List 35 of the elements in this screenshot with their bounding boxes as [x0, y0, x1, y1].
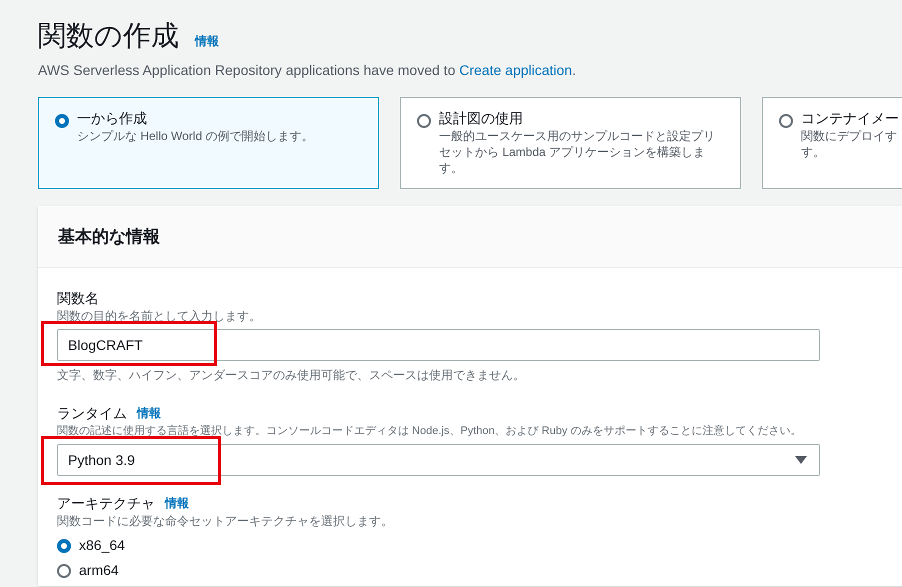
radio-button[interactable]	[779, 114, 793, 128]
function-name-input[interactable]: BlogCRAFT	[57, 329, 820, 361]
field-label: 関数名	[57, 289, 99, 308]
option-title: 設計図の使用	[439, 109, 524, 128]
option-card[interactable]: コンテナイメー 関数にデプロイす す。	[762, 97, 902, 189]
option-description: シンプルな Hello World の例で開始します。	[77, 128, 314, 144]
option-description: す。	[439, 160, 464, 176]
info-link[interactable]: 情報	[165, 494, 189, 512]
panel-title: 基本的な情報	[58, 226, 160, 248]
option-title: 一から作成	[77, 109, 148, 128]
notice-text: AWS Serverless Application Repository applications have moved to Create application.	[38, 61, 577, 80]
field-hint: 関数コードに必要な命令セットアーキテクチャを選択します。	[57, 513, 394, 529]
radio-button[interactable]	[417, 114, 431, 128]
caret-icon	[795, 456, 807, 464]
option-card[interactable]: 一から作成 シンプルな Hello World の例で開始します。	[38, 97, 379, 189]
info-link[interactable]: 情報	[195, 32, 219, 50]
option-description: セットから Lambda アプリケーションを構築しま	[439, 144, 706, 160]
radio-label: arm64	[79, 561, 119, 580]
radio-button[interactable]	[57, 538, 71, 552]
option-title: コンテナイメー	[801, 109, 899, 128]
field-hint: 関数の記述に使用する言語を選択します。コンソールコードエディタは Node.js、Python、および Ruby のみをサポートすることに注意してください。	[57, 424, 802, 439]
option-description: 一般的ユースケース用のサンプルコードと設定プリ	[439, 128, 715, 144]
radio-label: x86_64	[79, 536, 125, 555]
option-description: 関数にデプロイす	[801, 128, 898, 144]
radio-button[interactable]	[55, 114, 69, 128]
create-application-link[interactable]: Create application	[459, 62, 572, 78]
info-link[interactable]: 情報	[137, 404, 161, 422]
page-title: 関数の作成	[38, 19, 179, 53]
field-label: ランタイム	[57, 404, 127, 423]
option-description: す。	[801, 144, 826, 160]
field-constraint: 文字、数字、ハイフン、アンダースコアのみ使用可能で、スペースは使用できません。	[57, 367, 526, 383]
runtime-select[interactable]: Python 3.9	[57, 444, 820, 476]
radio-button[interactable]	[57, 564, 71, 578]
option-card[interactable]: 設計図の使用 一般的ユースケース用のサンプルコードと設定プリ セットから Lambda アプリケーションを構築しま す。	[400, 97, 741, 189]
field-label: アーキテクチャ	[57, 494, 155, 513]
